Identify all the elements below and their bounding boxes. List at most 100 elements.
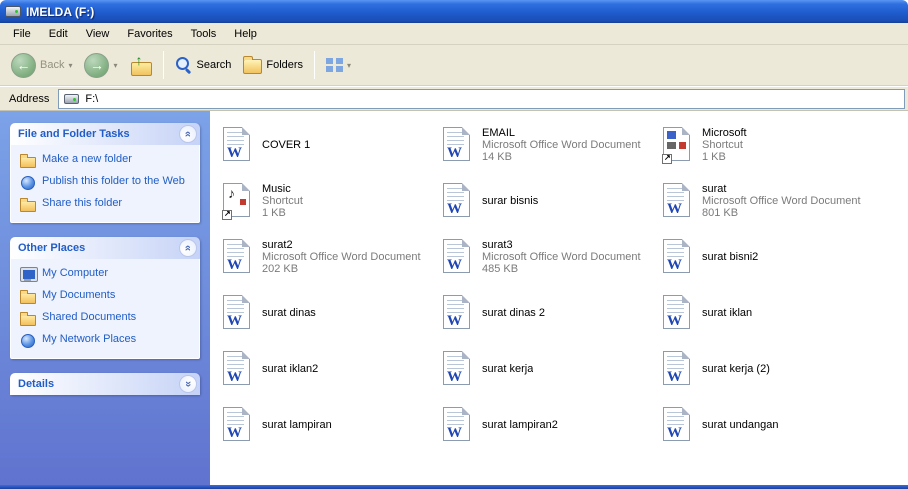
place-link[interactable]: My Computer [20,267,193,282]
my-computer-icon [20,267,37,282]
file-tile[interactable]: surat lampiran2 [438,397,658,453]
shortcut-arrow-badge [662,153,672,164]
file-size: 1 KB [702,151,726,163]
word-icon [220,348,256,390]
file-tile[interactable]: surat iklan [658,285,878,341]
file-tile[interactable]: surat bisni2 [658,229,878,285]
search-icon [175,56,193,74]
file-tile[interactable]: surat undangan [658,397,878,453]
file-tile[interactable]: surat dinas [218,285,438,341]
document-glyph [667,201,682,218]
panel-header-details[interactable]: Details » [10,373,200,395]
file-type: Microsoft Office Word Document [702,195,861,207]
panel-details: Details » [10,373,200,395]
menu-item[interactable]: Favorites [118,25,181,43]
panel-title: File and Folder Tasks [18,128,130,140]
expand-chevron-icon[interactable]: » [179,375,197,393]
document-glyph [227,257,242,274]
shared-documents-icon [20,311,36,326]
place-link[interactable]: My Documents [20,289,193,304]
document-glyph [227,313,242,330]
file-size: 1 KB [262,207,286,219]
file-name: surar bisnis [482,195,539,207]
address-field[interactable]: F:\ [58,88,905,109]
address-value: F:\ [85,92,99,105]
shortcut-music-icon [220,180,256,222]
views-icon [326,57,344,73]
file-name: surat2 [262,239,293,251]
file-name: surat iklan2 [262,363,319,375]
place-label: My Network Places [42,333,137,345]
folders-icon [243,55,263,74]
menu-item[interactable]: Help [225,25,266,43]
file-size: 485 KB [482,263,519,275]
file-name: Microsoft [702,127,747,139]
document-glyph [447,313,462,330]
document-glyph [667,369,682,386]
file-tile[interactable]: surat iklan2 [218,341,438,397]
files-grid: COVER 1 EMAIL [218,117,908,453]
task-link[interactable]: Publish this folder to the Web [20,175,193,190]
file-name: COVER 1 [262,139,311,151]
menu-item[interactable]: File [4,25,40,43]
place-label: My Documents [42,289,116,301]
file-tile[interactable]: EMAIL Microsoft Office Word Document 14 … [438,117,658,173]
panel-header-file-and-folder-tasks[interactable]: File and Folder Tasks » [10,123,200,145]
back-button[interactable]: ← Back ▾ [6,50,77,81]
file-tile[interactable]: surat Microsoft Office Word Document 801… [658,173,878,229]
document-glyph [447,257,462,274]
window-title: IMELDA (F:) [26,4,95,19]
toolbar-separator [162,51,164,79]
file-tile[interactable]: Microsoft Shortcut 1 KB [658,117,878,173]
shortcut-arrow-badge [222,209,232,220]
file-name: surat iklan [702,307,753,319]
collapse-chevron-icon[interactable]: » [179,125,197,143]
menu-item[interactable]: Tools [182,25,226,43]
folders-button[interactable]: Folders [238,54,308,77]
file-tile[interactable]: Music Shortcut 1 KB [218,173,438,229]
panel-other-places: Other Places » My Computer My Documents [10,237,200,359]
file-tile[interactable]: surat lampiran [218,397,438,453]
back-dropdown-icon[interactable]: ▾ [68,61,72,70]
file-tile[interactable]: COVER 1 [218,117,438,173]
place-link[interactable]: My Network Places [20,333,193,348]
file-tile[interactable]: surat kerja (2) [658,341,878,397]
file-size: 202 KB [262,263,299,275]
file-name: surat3 [482,239,513,251]
task-link[interactable]: Make a new folder [20,153,193,168]
word-icon [660,404,696,446]
title-bar[interactable]: IMELDA (F:) [0,0,908,23]
file-tile[interactable]: surat dinas 2 [438,285,658,341]
up-folder-icon [130,52,152,76]
views-dropdown-icon[interactable]: ▾ [347,61,351,70]
toolbar-separator [314,51,316,79]
menu-item[interactable]: Edit [40,25,77,43]
menu-item[interactable]: View [77,25,119,43]
forward-dropdown-icon[interactable]: ▾ [113,61,117,70]
file-tile[interactable]: surat kerja [438,341,658,397]
search-button[interactable]: Search [170,53,237,77]
file-tile[interactable]: surar bisnis [438,173,658,229]
word-icon [220,236,256,278]
document-glyph [667,425,682,442]
document-glyph [667,313,682,330]
task-label: Publish this folder to the Web [42,175,185,187]
document-glyph [228,185,247,207]
file-name: surat undangan [702,419,779,431]
place-link[interactable]: Shared Documents [20,311,193,326]
file-type: Microsoft Office Word Document [482,139,641,151]
panel-header-other-places[interactable]: Other Places » [10,237,200,259]
task-link[interactable]: Share this folder [20,197,193,212]
file-size: 14 KB [482,151,512,163]
views-button[interactable]: ▾ [321,55,356,76]
up-button[interactable] [125,52,157,78]
document-glyph [667,131,686,151]
menu-bar: File Edit View Favorites Tools Help [0,23,908,45]
file-tile[interactable]: surat3 Microsoft Office Word Document 48… [438,229,658,285]
file-name: surat lampiran2 [482,419,558,431]
file-size: 801 KB [702,207,739,219]
file-tile[interactable]: surat2 Microsoft Office Word Document 20… [218,229,438,285]
document-glyph [227,369,242,386]
collapse-chevron-icon[interactable]: » [179,239,197,257]
forward-button[interactable]: → ▾ [79,50,122,81]
